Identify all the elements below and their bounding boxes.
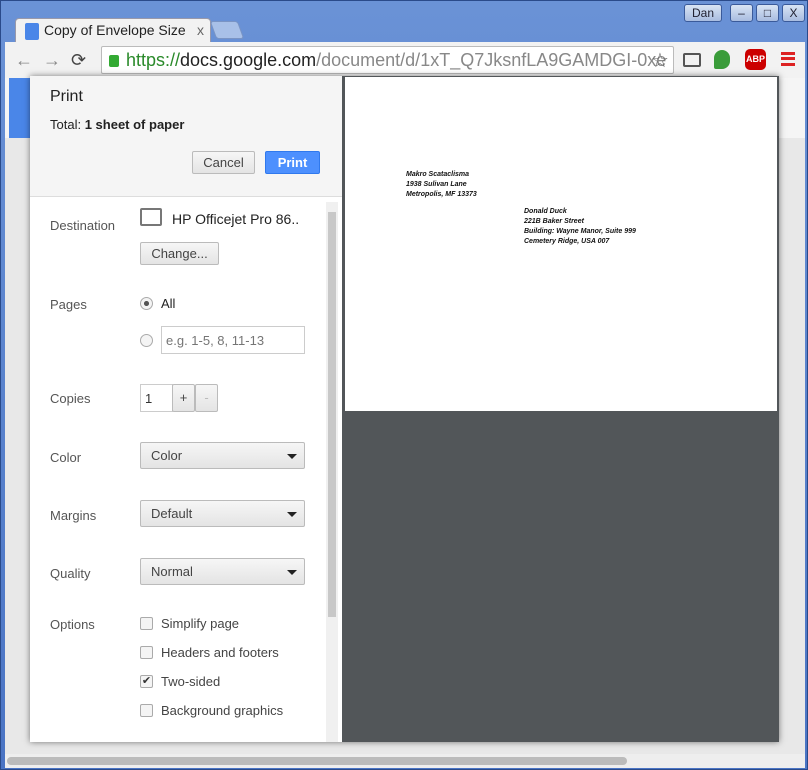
copies-decrement-button[interactable]: -	[195, 384, 218, 412]
background-graphics-checkbox[interactable]	[140, 704, 153, 717]
headers-footers-checkbox[interactable]	[140, 646, 153, 659]
total-label: Total:	[50, 117, 82, 132]
options-label: Options	[50, 617, 95, 632]
change-destination-button[interactable]: Change...	[140, 242, 219, 265]
address-bar[interactable]: https://docs.google.com/document/d/1xT_Q…	[101, 46, 674, 74]
horizontal-scrollbar[interactable]	[5, 754, 805, 768]
pages-all-label: All	[161, 296, 176, 311]
color-select[interactable]: Color	[140, 442, 305, 469]
adblock-icon[interactable]: ABP	[745, 49, 766, 70]
quality-label: Quality	[50, 566, 91, 581]
scrollbar-thumb[interactable]	[328, 212, 336, 617]
pages-input[interactable]	[161, 326, 305, 354]
copies-input[interactable]: 1	[140, 384, 173, 412]
horizontal-scrollbar-thumb[interactable]	[7, 757, 627, 765]
color-label: Color	[50, 450, 82, 465]
destination-label: Destination	[50, 218, 116, 233]
copies-increment-button[interactable]: +	[172, 384, 195, 412]
printer-icon	[140, 208, 162, 226]
menu-icon[interactable]	[781, 52, 795, 66]
print-dialog: Print Total: 1 sheet of paper Cancel Pri…	[30, 76, 779, 742]
profile-button[interactable]: Dan	[684, 4, 722, 22]
new-tab-button[interactable]	[209, 21, 245, 39]
minimize-button[interactable]: –	[730, 4, 753, 22]
reload-icon[interactable]: ⟳	[71, 50, 86, 71]
margins-label: Margins	[50, 508, 97, 523]
browser-window: Dan – □ X Copy of Envelope Size x ← → ⟳ …	[0, 0, 808, 770]
print-preview: Makro Scataclisma 1938 Sulivan Lane Metrop…	[342, 76, 779, 742]
cast-icon[interactable]	[683, 53, 701, 67]
docs-icon	[25, 23, 39, 40]
total-value: 1 sheet of paper	[84, 117, 185, 132]
url-path: /document/d/1xT_Q7JksnfLA9GAMDGI-0xe	[316, 50, 667, 70]
settings-scrollbar[interactable]	[326, 202, 338, 742]
simplify-page-checkbox[interactable]	[140, 617, 153, 630]
toolbar: ← → ⟳ https://docs.google.com/document/d…	[5, 42, 805, 78]
print-button[interactable]: Print	[265, 151, 320, 174]
margins-select[interactable]: Default	[140, 500, 305, 527]
cancel-button[interactable]: Cancel	[192, 151, 255, 174]
bookmark-star-icon[interactable]: ☆	[651, 48, 669, 73]
headers-footers-label: Headers and footers	[161, 645, 279, 660]
close-window-button[interactable]: X	[782, 4, 805, 22]
copies-label: Copies	[50, 391, 91, 406]
tab-close-icon[interactable]: x	[197, 22, 204, 38]
quality-select[interactable]: Normal	[140, 558, 305, 585]
hangouts-icon[interactable]	[714, 50, 730, 69]
maximize-button[interactable]: □	[756, 4, 779, 22]
back-icon[interactable]: ←	[15, 50, 33, 71]
print-settings-panel: Print Total: 1 sheet of paper Cancel Pri…	[30, 76, 342, 742]
tab-document[interactable]: Copy of Envelope Size x	[15, 18, 211, 43]
background-graphics-label: Background graphics	[161, 703, 284, 718]
url-scheme: https://	[126, 50, 181, 70]
two-sided-label: Two-sided	[161, 674, 221, 689]
destination-value: HP Officejet Pro 86..	[172, 211, 300, 227]
simplify-page-label: Simplify page	[161, 616, 240, 631]
preview-page: Makro Scataclisma 1938 Sulivan Lane Metrop…	[345, 77, 777, 411]
pages-custom-radio[interactable]	[140, 334, 153, 347]
forward-icon[interactable]: →	[43, 50, 61, 71]
print-title: Print	[50, 88, 83, 105]
pages-all-radio[interactable]	[140, 297, 153, 310]
sender-address: Makro Scataclisma 1938 Sulivan Lane Metrop…	[406, 171, 477, 198]
two-sided-checkbox[interactable]: ✔	[140, 675, 153, 688]
lock-icon	[109, 55, 119, 67]
pages-label: Pages	[50, 297, 87, 312]
tab-title: Copy of Envelope Size	[44, 22, 186, 38]
url-host: docs.google.com	[180, 50, 317, 70]
recipient-address: Donald Duck 221B Baker Street Building: Wa…	[524, 208, 636, 245]
